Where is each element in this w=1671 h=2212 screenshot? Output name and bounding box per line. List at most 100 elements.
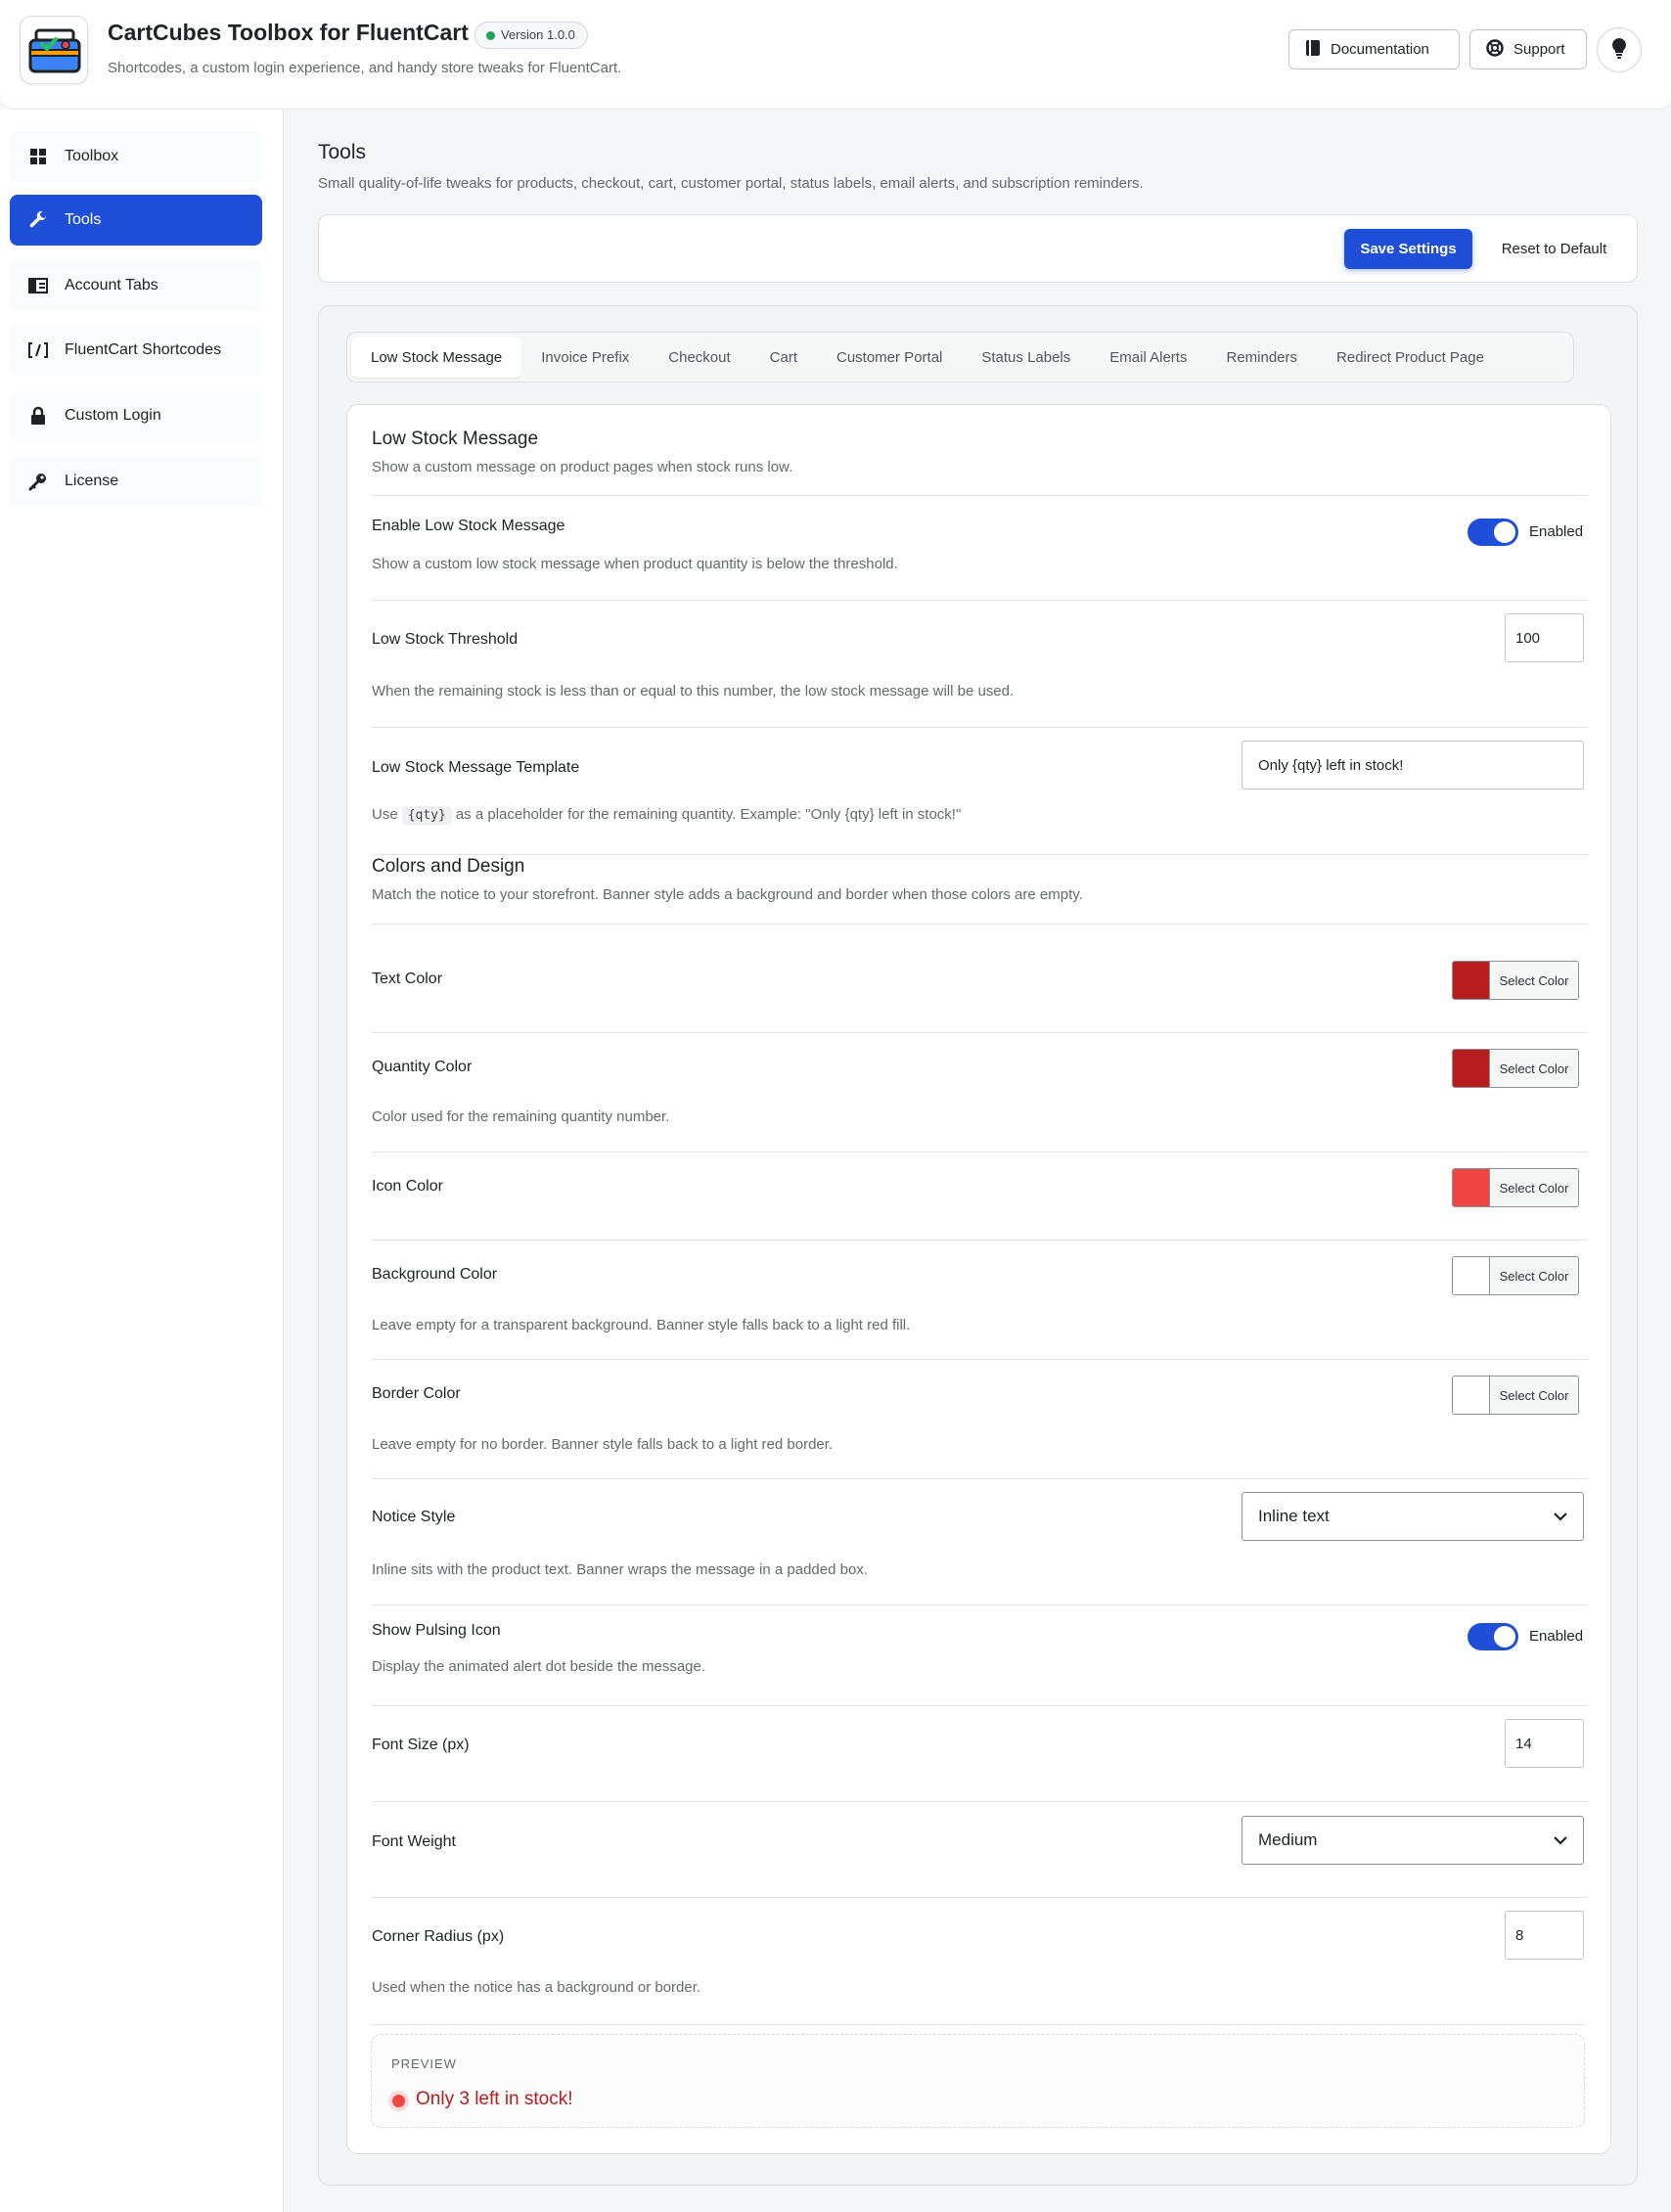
page-title: Tools bbox=[318, 141, 367, 163]
color-swatch bbox=[1453, 1257, 1490, 1294]
low-stock-template-label: Low Stock Message Template bbox=[372, 759, 580, 776]
tools-panel: Low Stock Message Invoice Prefix Checkou… bbox=[318, 305, 1638, 2186]
sidebar: Toolbox Tools Account Tabs FluentCart Sh… bbox=[0, 110, 284, 2212]
tab-invoice-prefix[interactable]: Invoice Prefix bbox=[521, 337, 649, 378]
tools-tabs: Low Stock Message Invoice Prefix Checkou… bbox=[346, 332, 1574, 383]
section-title: Colors and Design bbox=[372, 856, 525, 877]
sidebar-item-license[interactable]: License bbox=[10, 456, 262, 507]
divider bbox=[372, 1032, 1588, 1033]
divider bbox=[372, 727, 1588, 728]
reset-to-default-button[interactable]: Reset to Default bbox=[1483, 229, 1625, 269]
select-color-label: Select Color bbox=[1499, 1268, 1569, 1284]
tab-checkout[interactable]: Checkout bbox=[649, 337, 749, 378]
lightbulb-icon bbox=[1611, 37, 1627, 64]
version-badge: Version 1.0.0 bbox=[474, 22, 588, 49]
sidebar-item-label: Tools bbox=[65, 211, 102, 228]
quantity-color-label: Quantity Color bbox=[372, 1059, 473, 1075]
book-icon bbox=[1305, 39, 1321, 61]
background-color-picker[interactable]: Select Color bbox=[1452, 1256, 1579, 1295]
border-color-picker[interactable]: Select Color bbox=[1452, 1376, 1579, 1415]
show-pulsing-icon-label: Show Pulsing Icon bbox=[372, 1622, 501, 1639]
tab-low-stock-message[interactable]: Low Stock Message bbox=[351, 337, 522, 378]
tab-redirect-product-page[interactable]: Redirect Product Page bbox=[1317, 337, 1504, 378]
background-color-help: Leave empty for a transparent background… bbox=[372, 1317, 911, 1333]
notice-style-value: Inline text bbox=[1258, 1507, 1330, 1525]
enable-low-stock-state: Enabled bbox=[1529, 523, 1584, 540]
save-settings-button[interactable]: Save Settings bbox=[1344, 229, 1472, 269]
sidebar-item-account-tabs[interactable]: Account Tabs bbox=[10, 260, 262, 311]
low-stock-template-help: Use {qty} as a placeholder for the remaini… bbox=[372, 806, 961, 825]
support-button[interactable]: Support bbox=[1469, 29, 1587, 69]
font-weight-select[interactable]: Medium bbox=[1242, 1816, 1584, 1865]
sidebar-item-label: Account Tabs bbox=[65, 277, 158, 293]
tab-reminders[interactable]: Reminders bbox=[1206, 337, 1317, 378]
wrench-icon bbox=[27, 209, 49, 231]
select-color-label: Select Color bbox=[1499, 1180, 1569, 1196]
select-color-label: Select Color bbox=[1499, 972, 1569, 988]
notice-style-label: Notice Style bbox=[372, 1509, 456, 1525]
low-stock-template-input[interactable] bbox=[1242, 741, 1584, 790]
sidebar-item-tools[interactable]: Tools bbox=[10, 195, 262, 246]
tab-customer-portal[interactable]: Customer Portal bbox=[817, 337, 962, 378]
corner-radius-input[interactable] bbox=[1505, 1911, 1584, 1960]
sidebar-item-custom-login[interactable]: Custom Login bbox=[10, 390, 262, 441]
key-icon bbox=[27, 471, 49, 492]
text-color-label: Text Color bbox=[372, 971, 443, 987]
lock-icon bbox=[27, 405, 49, 427]
qty-placeholder-code: {qty} bbox=[401, 806, 452, 825]
toggle-knob bbox=[1494, 1626, 1515, 1648]
tab-email-alerts[interactable]: Email Alerts bbox=[1090, 337, 1206, 378]
sidebar-item-fluentcart-shortcodes[interactable]: FluentCart Shortcodes bbox=[10, 325, 262, 376]
help-text: as a placeholder for the remaining quant… bbox=[455, 806, 962, 823]
divider bbox=[372, 495, 1588, 496]
chevron-down-icon bbox=[1554, 1507, 1567, 1526]
sidebar-item-toolbox[interactable]: Toolbox bbox=[10, 131, 262, 182]
preview-label: PREVIEW bbox=[391, 2056, 457, 2071]
font-size-input[interactable] bbox=[1505, 1719, 1584, 1768]
background-color-label: Background Color bbox=[372, 1266, 498, 1283]
sidebar-item-label: License bbox=[65, 473, 119, 489]
divider bbox=[372, 1151, 1588, 1152]
show-pulsing-icon-toggle[interactable] bbox=[1468, 1623, 1518, 1650]
quantity-color-help: Color used for the remaining quantity nu… bbox=[372, 1108, 670, 1125]
enable-low-stock-label: Enable Low Stock Message bbox=[372, 518, 565, 534]
show-pulsing-icon-help: Display the animated alert dot beside th… bbox=[372, 1658, 706, 1675]
grid-icon bbox=[27, 146, 49, 167]
select-color-label: Select Color bbox=[1499, 1061, 1569, 1076]
enable-low-stock-toggle[interactable] bbox=[1468, 519, 1518, 546]
sidebar-item-label: Toolbox bbox=[65, 148, 119, 164]
notice-style-select[interactable]: Inline text bbox=[1242, 1492, 1584, 1541]
documentation-button[interactable]: Documentation bbox=[1288, 29, 1460, 69]
corner-radius-help: Used when the notice has a background or… bbox=[372, 1979, 701, 1996]
enable-low-stock-help: Show a custom low stock message when pro… bbox=[372, 556, 898, 572]
border-color-label: Border Color bbox=[372, 1385, 461, 1402]
preview-message: Only 3 left in stock! bbox=[416, 2089, 573, 2109]
low-stock-threshold-input[interactable] bbox=[1505, 613, 1584, 662]
tab-cart[interactable]: Cart bbox=[750, 337, 817, 378]
low-stock-threshold-help: When the remaining stock is less than or… bbox=[372, 683, 1015, 700]
tab-status-labels[interactable]: Status Labels bbox=[962, 337, 1090, 378]
text-color-picker[interactable]: Select Color bbox=[1452, 961, 1579, 1000]
preview-box: PREVIEW Only 3 left in stock! bbox=[371, 2034, 1585, 2128]
border-color-help: Leave empty for no border. Banner style … bbox=[372, 1436, 834, 1453]
divider bbox=[372, 1801, 1588, 1802]
divider bbox=[371, 2024, 1585, 2025]
icon-color-picker[interactable]: Select Color bbox=[1452, 1168, 1579, 1207]
divider bbox=[372, 1359, 1588, 1360]
page-description: Small quality-of-life tweaks for product… bbox=[318, 175, 1144, 192]
chevron-down-icon bbox=[1554, 1830, 1567, 1850]
theme-toggle-button[interactable] bbox=[1597, 27, 1642, 72]
divider bbox=[372, 854, 1588, 855]
tabs-icon bbox=[27, 275, 49, 296]
pulsing-alert-dot-icon bbox=[392, 2095, 405, 2107]
settings-card: Low Stock Message Show a custom message … bbox=[346, 404, 1611, 2154]
status-dot-icon bbox=[486, 31, 495, 40]
divider bbox=[372, 1240, 1588, 1241]
sidebar-item-label: FluentCart Shortcodes bbox=[65, 341, 222, 358]
font-size-label: Font Size (px) bbox=[372, 1737, 470, 1753]
icon-color-label: Icon Color bbox=[372, 1178, 443, 1195]
quantity-color-picker[interactable]: Select Color bbox=[1452, 1049, 1579, 1088]
support-label: Support bbox=[1513, 41, 1565, 58]
save-bar: Save Settings Reset to Default bbox=[318, 214, 1638, 283]
divider bbox=[372, 924, 1588, 925]
